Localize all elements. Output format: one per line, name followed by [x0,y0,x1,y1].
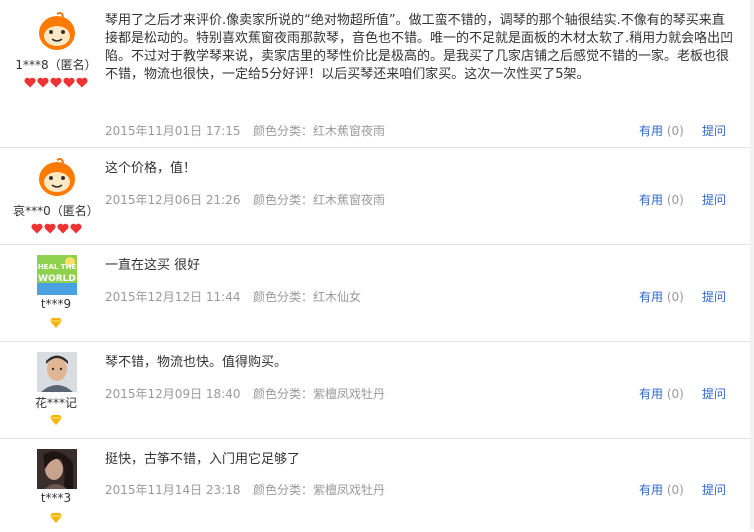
useful-label: 有用 [639,124,664,138]
red-heart-icon [76,77,88,88]
red-heart-icon [30,223,43,234]
red-heart-icon [50,77,62,88]
useful-count: (0) [666,387,684,401]
useful-count: (0) [666,290,684,304]
yellow-diamond-icon [50,513,62,523]
ask-button[interactable]: 提问 [702,385,726,402]
color-option: 颜色分类：紫檀凤戏牡丹 [253,387,386,401]
username[interactable]: 哀***0（匿名） [0,202,112,219]
review-item: t***3 挺快，古筝不错，入门用它足够了 2015年11月14日 23:18 颜… [0,439,754,529]
color-option: 颜色分类：红木蕉窗夜雨 [253,193,386,207]
avatar[interactable] [37,449,77,489]
review-meta: 2015年11月14日 23:18 颜色分类：紫檀凤戏牡丹 [105,481,385,498]
review-text: 琴不错，物流也快。值得购买。 [105,355,288,370]
orange-taobao-doll-avatar [37,12,77,52]
review-date: 2015年12月06日 21:26 [105,193,241,207]
color-option: 颜色分类：紫檀凤戏牡丹 [253,483,386,497]
yellow-diamond-icon [50,318,62,328]
color-option: 颜色分类：红木仙女 [253,290,362,304]
heal-the-world-avatar: HEAL THE WORLD [37,255,77,295]
avatar[interactable] [37,12,77,52]
avatar[interactable] [37,158,77,198]
useful-button[interactable]: 有用 (0) [639,288,684,305]
buyer-rank [0,318,112,330]
username[interactable]: 花***记 [0,394,112,411]
red-heart-icon [63,77,75,88]
red-heart-icon [37,77,49,88]
useful-button[interactable]: 有用 (0) [639,385,684,402]
review-item: 花***记 琴不错，物流也快。值得购买。 2015年12月09日 18:40 颜色… [0,342,754,439]
red-heart-icon [69,223,82,234]
scrollbar[interactable] [750,0,754,529]
review-meta: 2015年12月12日 11:44 颜色分类：红木仙女 [105,288,361,305]
orange-taobao-doll-avatar [37,158,77,198]
ask-button[interactable]: 提问 [702,122,726,139]
user-photo-avatar [37,352,77,392]
svg-text:HEAL THE: HEAL THE [38,263,77,271]
review-text: 这个价格，值！ [105,161,197,176]
color-option: 颜色分类：红木蕉窗夜雨 [253,124,386,138]
useful-count: (0) [666,483,684,497]
red-heart-icon [24,77,36,88]
username[interactable]: t***3 [0,491,112,505]
review-meta: 2015年12月06日 21:26 颜色分类：红木蕉窗夜雨 [105,191,385,208]
ask-button[interactable]: 提问 [702,288,726,305]
buyer-rank [0,77,112,89]
useful-button[interactable]: 有用 (0) [639,191,684,208]
useful-label: 有用 [639,387,664,401]
useful-label: 有用 [639,483,664,497]
svg-text:WORLD: WORLD [38,274,76,284]
review-text: 挺快，古筝不错，入门用它足够了 [105,452,301,467]
review-item: 哀***0（匿名） 这个价格，值！ 2015年12月06日 21:26 颜色分类：… [0,148,754,245]
useful-label: 有用 [639,193,664,207]
red-heart-icon [43,223,56,234]
buyer-rank [0,223,112,235]
review-date: 2015年11月01日 17:15 [105,124,241,138]
useful-button[interactable]: 有用 (0) [639,481,684,498]
yellow-diamond-icon [50,415,62,425]
ask-button[interactable]: 提问 [702,481,726,498]
buyer-rank [0,513,112,525]
review-date: 2015年12月12日 11:44 [105,290,241,304]
avatar[interactable] [37,352,77,392]
review-date: 2015年11月14日 23:18 [105,483,241,497]
buyer-rank [0,415,112,427]
useful-label: 有用 [639,290,664,304]
review-meta: 2015年12月09日 18:40 颜色分类：紫檀凤戏牡丹 [105,385,385,402]
review-date: 2015年12月09日 18:40 [105,387,241,401]
dark-photo-avatar [37,449,77,489]
useful-count: (0) [666,124,684,138]
review-text: 一直在这买 很好 [105,258,201,273]
useful-count: (0) [666,193,684,207]
useful-button[interactable]: 有用 (0) [639,122,684,139]
ask-button[interactable]: 提问 [702,191,726,208]
review-meta: 2015年11月01日 17:15 颜色分类：红木蕉窗夜雨 [105,122,385,139]
username[interactable]: 1***8（匿名） [0,56,112,73]
review-text: 琴用了之后才来评价.像卖家所说的“绝对物超所值”。做工蛮不错的，调琴的那个轴很结… [105,13,734,82]
username[interactable]: t***9 [0,297,112,311]
avatar[interactable]: HEAL THE WORLD [37,255,77,295]
review-item: HEAL THE WORLD t***9 一直在这买 很好 2015年12月12… [0,245,754,342]
review-item: 1***8（匿名） 琴用了之后才来评价.像卖家所说的“绝对物超所值”。做工蛮不错… [0,0,754,148]
red-heart-icon [56,223,69,234]
